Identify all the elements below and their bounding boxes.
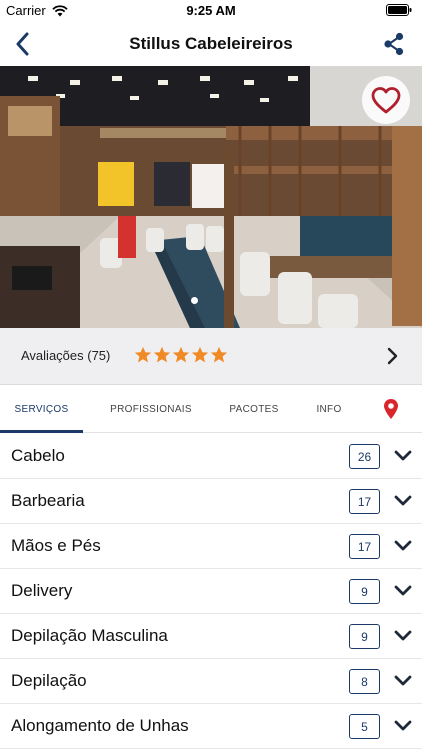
chevron-down-icon [394, 450, 412, 461]
category-name: Delivery [11, 581, 73, 600]
chevron-down-icon [394, 630, 412, 641]
list-item[interactable]: Alongamento de Unhas 5 [0, 704, 422, 749]
count-badge: 8 [349, 669, 380, 694]
rating-stars [134, 346, 228, 364]
ratings-label: Avaliações (75) [21, 348, 111, 363]
count-badge: 9 [349, 624, 380, 649]
list-item[interactable]: Depilação Masculina 9 [0, 614, 422, 659]
category-name: Alongamento de Unhas [11, 716, 189, 735]
star-icon [134, 346, 152, 363]
tab-servicos[interactable]: SERVIÇOS [0, 385, 83, 433]
tab-info[interactable]: INFO [304, 385, 354, 433]
favorite-button[interactable] [362, 76, 410, 124]
star-icon [172, 346, 190, 363]
count-badge: 17 [349, 534, 380, 559]
category-list: Cabelo 26 Barbearia 17 Mãos e Pés 17 Del… [0, 434, 422, 749]
ratings-row[interactable]: Avaliações (75) [0, 328, 422, 385]
back-button[interactable] [8, 30, 36, 58]
star-icon [153, 346, 171, 363]
chevron-down-icon [394, 720, 412, 731]
tab-label: SERVIÇOS [14, 403, 69, 415]
chevron-down-icon [394, 495, 412, 506]
chevron-down-icon [394, 585, 412, 596]
salon-photo [0, 66, 422, 328]
count-badge: 9 [349, 579, 380, 604]
tab-bar: SERVIÇOS PROFISSIONAIS PACOTES INFO [0, 385, 422, 433]
share-button[interactable] [380, 30, 408, 58]
category-name: Barbearia [11, 491, 85, 510]
list-item[interactable]: Depilação 8 [0, 659, 422, 704]
status-time: 9:25 AM [186, 3, 236, 18]
tab-profissionais[interactable]: PROFISSIONAIS [100, 385, 202, 433]
list-item[interactable]: Mãos e Pés 17 [0, 524, 422, 569]
active-tab-indicator [0, 430, 83, 433]
page-title: Stillus Cabeleireiros [129, 34, 293, 53]
list-item[interactable]: Cabelo 26 [0, 434, 422, 479]
category-name: Depilação Masculina [11, 626, 168, 645]
battery-icon [386, 4, 412, 19]
list-item[interactable]: Barbearia 17 [0, 479, 422, 524]
chevron-down-icon [394, 540, 412, 551]
location-pin-icon[interactable] [382, 398, 400, 420]
chevron-down-icon [394, 675, 412, 686]
count-badge: 5 [349, 714, 380, 739]
count-badge: 17 [349, 489, 380, 514]
star-icon [191, 346, 209, 363]
chevron-right-icon [387, 347, 398, 365]
tab-pacotes[interactable]: PACOTES [218, 385, 290, 433]
tab-label: PROFISSIONAIS [110, 403, 192, 415]
tab-label: PACOTES [229, 403, 279, 415]
carousel-page-dot [191, 297, 198, 304]
category-name: Cabelo [11, 446, 65, 465]
category-name: Depilação [11, 671, 87, 690]
category-name: Mãos e Pés [11, 536, 101, 555]
count-badge: 26 [349, 444, 380, 469]
tab-label: INFO [316, 403, 342, 415]
nav-bar: Stillus Cabeleireiros [0, 22, 422, 66]
list-item[interactable]: Delivery 9 [0, 569, 422, 614]
hero-image [0, 66, 422, 328]
star-icon [210, 346, 228, 363]
chevron-left-icon [16, 32, 29, 56]
heart-icon [371, 87, 401, 114]
status-bar: Carrier 9:25 AM [0, 0, 422, 22]
share-icon [384, 32, 404, 56]
